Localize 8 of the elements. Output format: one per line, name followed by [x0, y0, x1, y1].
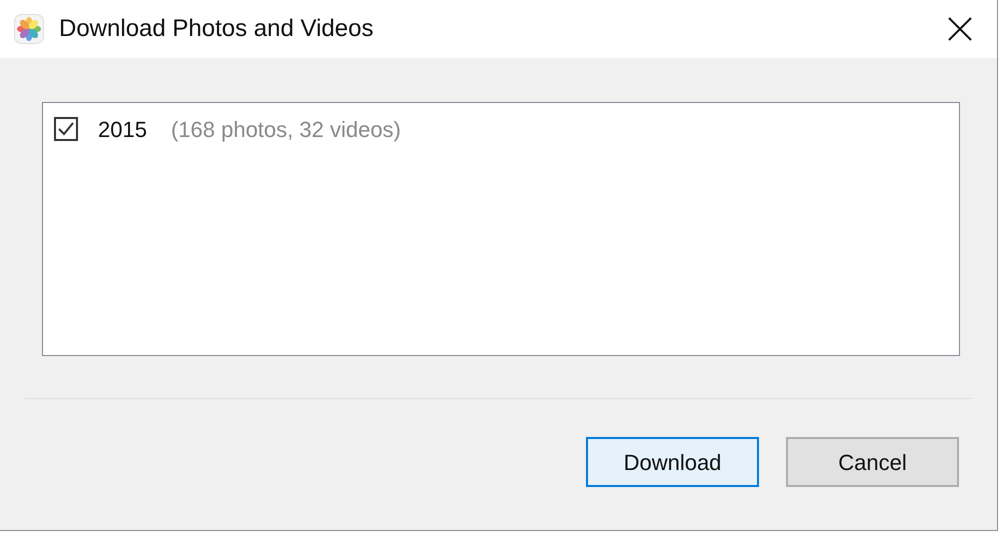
app-icon: [14, 14, 44, 44]
window-title: Download Photos and Videos: [59, 14, 374, 44]
item-count: (168 photos, 32 videos): [170, 116, 401, 144]
close-icon: [948, 17, 972, 41]
download-button[interactable]: Download: [586, 437, 759, 487]
cancel-button[interactable]: Cancel: [786, 437, 959, 487]
folder-name: 2015: [98, 116, 147, 144]
checkbox[interactable]: [54, 117, 78, 141]
